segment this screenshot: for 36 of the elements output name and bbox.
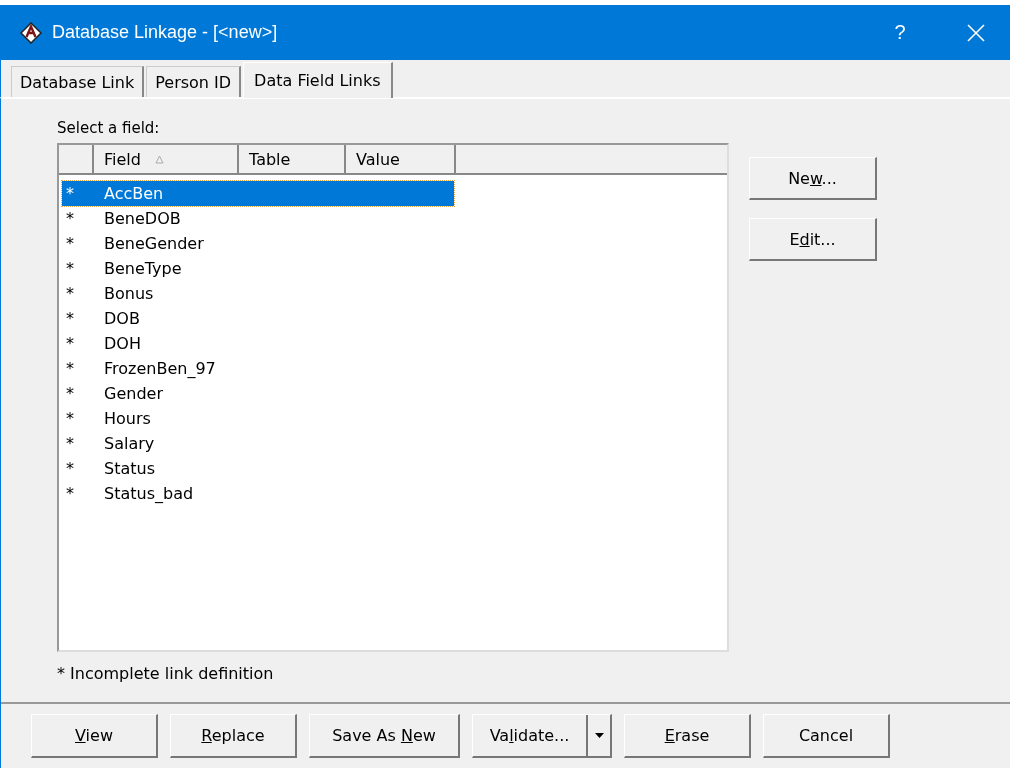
dialog-button[interactable]: Save As New: [309, 714, 460, 758]
list-row[interactable]: * FrozenBen_97: [62, 356, 454, 381]
list-row[interactable]: * DOH: [62, 331, 454, 356]
dialog-button[interactable]: View: [31, 714, 158, 758]
list-row[interactable]: * Status_bad: [62, 481, 454, 506]
window-title: Database Linkage - [<new>]: [52, 22, 278, 43]
list-row[interactable]: * Bonus: [62, 281, 454, 306]
sort-icon: [154, 154, 164, 164]
field-list[interactable]: Field Table Value * AccBen * BeneDOB * BeneGender * BeneType * Bonus * DOB * DOH * FrozenBen_97 * Gender * Hours * Salary * Status * Status_bad: [57, 143, 729, 652]
list-row[interactable]: * Salary: [62, 431, 454, 456]
help-button[interactable]: ?: [866, 5, 934, 60]
dialog-button[interactable]: Erase: [624, 714, 751, 758]
side-button[interactable]: Edit...: [749, 218, 877, 261]
column-header[interactable]: Value: [346, 145, 456, 173]
list-row[interactable]: * Hours: [62, 406, 454, 431]
list-row[interactable]: * DOB: [62, 306, 454, 331]
list-row[interactable]: * Gender: [62, 381, 454, 406]
column-header[interactable]: Table: [239, 145, 346, 173]
close-icon: [967, 23, 985, 42]
dialog-button[interactable]: Cancel: [763, 714, 890, 758]
column-header[interactable]: Field: [94, 145, 239, 173]
tab[interactable]: Database Link: [11, 66, 145, 97]
list-row[interactable]: * BeneDOB: [62, 206, 454, 231]
list-label: Select a field:: [57, 119, 161, 137]
dropdown-arrow-icon: [594, 733, 604, 738]
app-logo-icon: [20, 21, 42, 44]
tab[interactable]: Data Field Links: [243, 62, 393, 98]
dialog-button[interactable]: Replace: [170, 714, 297, 758]
tab[interactable]: Person ID: [146, 66, 242, 97]
list-row[interactable]: * BeneType: [62, 256, 454, 281]
split-button[interactable]: Validate...: [472, 714, 612, 758]
side-button[interactable]: New...: [749, 157, 877, 200]
list-row[interactable]: * AccBen: [62, 181, 454, 206]
list-row[interactable]: * Status: [62, 456, 454, 481]
list-row[interactable]: * BeneGender: [62, 231, 454, 256]
footnote: * Incomplete link definition: [57, 664, 275, 683]
